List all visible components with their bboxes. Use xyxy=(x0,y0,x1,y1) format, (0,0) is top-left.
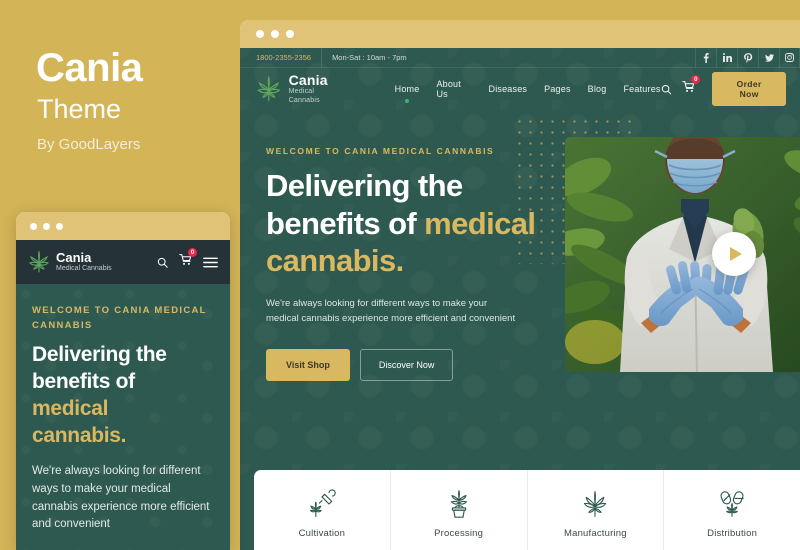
cannabis-leaf-icon xyxy=(580,487,610,519)
nav-item-diseases[interactable]: Diseases xyxy=(489,84,528,95)
feature-label-distribution: Distribution xyxy=(707,528,758,539)
potted-plant-icon xyxy=(444,487,474,519)
search-icon[interactable] xyxy=(157,257,168,268)
nav-item-about-us[interactable]: About Us xyxy=(436,79,471,100)
top-info-bar: 1800-2355-2356 Mon-Sat : 10am - 7pm xyxy=(240,47,800,68)
hero-copy: WELCOME TO CANIA MEDICAL CANNABIS Delive… xyxy=(266,146,536,381)
nav-item-pages[interactable]: Pages xyxy=(544,84,571,95)
scientist-cannabis-image xyxy=(565,137,800,372)
mobile-logo[interactable]: Cania Medical Cannabis xyxy=(28,250,112,274)
cannabis-leaf-icon xyxy=(28,250,50,273)
feature-card-manufacturing[interactable]: Manufacturing xyxy=(528,470,665,550)
pinterest-icon[interactable] xyxy=(737,47,758,68)
social-links xyxy=(695,47,800,68)
feature-label-processing: Processing xyxy=(434,528,484,539)
mobile-heading-line-4: cannabis. xyxy=(32,424,127,448)
hero-heading-line-2-gold: medical xyxy=(424,205,536,241)
cart-badge: 0 xyxy=(691,75,701,84)
website-viewport: 1800-2355-2356 Mon-Sat : 10am - 7pm Cani… xyxy=(240,47,800,550)
mobile-site-header: Cania Medical Cannabis 0 xyxy=(16,240,230,284)
hero-video-thumbnail[interactable] xyxy=(565,137,800,372)
mobile-window-chrome xyxy=(16,212,230,240)
window-dot-close[interactable] xyxy=(256,30,264,38)
main-navigation: Cania Medical Cannabis Home About Us Dis… xyxy=(240,68,800,110)
mobile-brand-name: Cania xyxy=(56,249,92,265)
feature-label-manufacturing: Manufacturing xyxy=(563,528,627,539)
window-dot-minimize[interactable] xyxy=(43,222,50,230)
promo-subtitle: Theme xyxy=(37,94,122,124)
cart-button[interactable]: 0 xyxy=(682,75,701,98)
play-button[interactable] xyxy=(712,232,756,276)
hero-heading-line-1: Delivering the xyxy=(266,168,463,203)
brand-name: Cania xyxy=(288,71,328,88)
nav-item-blog[interactable]: Blog xyxy=(588,84,607,95)
promo-panel: Cania Theme By GoodLayers Cania Medical … xyxy=(0,0,240,550)
nav-menu: Home About Us Diseases Pages Blog Featur… xyxy=(395,79,661,100)
search-icon[interactable] xyxy=(661,84,672,95)
desktop-preview-browser: 1800-2355-2356 Mon-Sat : 10am - 7pm Cani… xyxy=(240,20,800,550)
phone-number[interactable]: 1800-2355-2356 xyxy=(240,47,323,68)
hero-section: WELCOME TO CANIA MEDICAL CANNABIS Delive… xyxy=(240,110,800,490)
window-dot-minimize[interactable] xyxy=(271,30,279,38)
mobile-heading-line-2: benefits of xyxy=(32,370,135,394)
hero-eyebrow: WELCOME TO CANIA MEDICAL CANNABIS xyxy=(266,146,495,156)
hero-heading-line-2-white: benefits of xyxy=(266,205,425,241)
mobile-heading-line-3: medical xyxy=(32,397,109,421)
nav-item-features[interactable]: Features xyxy=(623,84,660,95)
feature-card-distribution[interactable]: Distribution xyxy=(664,470,800,550)
browser-window-chrome xyxy=(240,20,800,48)
nav-actions: 0 Order Now xyxy=(661,72,786,106)
mobile-cart-button[interactable]: 0 xyxy=(179,248,197,271)
site-logo[interactable]: Cania Medical Cannabis xyxy=(256,71,347,106)
hamburger-menu-icon[interactable] xyxy=(203,257,218,268)
mobile-preview-mockup: Cania Medical Cannabis 0 WELCOME TO CANI… xyxy=(16,212,230,550)
mobile-hero: WELCOME TO CANIA MEDICAL CANNABIS Delive… xyxy=(16,284,230,550)
feature-card-processing[interactable]: Processing xyxy=(391,470,528,550)
discover-now-button[interactable]: Discover Now xyxy=(359,348,454,381)
brand-tagline: Medical Cannabis xyxy=(288,88,320,105)
order-now-button[interactable]: Order Now xyxy=(712,72,786,106)
play-triangle-icon xyxy=(729,247,742,261)
hero-paragraph: We're always looking for different ways … xyxy=(266,297,516,325)
feature-label-cultivation: Cultivation xyxy=(298,528,346,539)
instagram-icon[interactable] xyxy=(779,47,800,68)
window-dot-close[interactable] xyxy=(30,222,37,230)
facebook-icon[interactable] xyxy=(695,47,716,68)
cannabis-leaf-icon xyxy=(257,75,281,102)
feature-card-cultivation[interactable]: Cultivation xyxy=(254,470,391,550)
promo-author: By GoodLayers xyxy=(37,136,141,153)
hero-heading-line-3: cannabis. xyxy=(266,243,404,278)
mobile-hero-eyebrow: WELCOME TO CANIA MEDICAL CANNABIS xyxy=(32,305,207,331)
screenshot-stage: Cania Theme By GoodLayers Cania Medical … xyxy=(0,0,800,550)
capsules-icon xyxy=(717,487,747,519)
feature-strip: Cultivation Processing Manufacturing Dis… xyxy=(254,470,800,550)
mobile-brand-tagline: Medical Cannabis xyxy=(56,264,112,272)
linkedin-icon[interactable] xyxy=(716,47,737,68)
mobile-cart-badge: 0 xyxy=(188,248,197,257)
window-dot-maximize[interactable] xyxy=(56,222,63,230)
mobile-hero-paragraph: We're always looking for different ways … xyxy=(32,464,210,531)
hero-buttons: Visit Shop Discover Now xyxy=(266,348,536,381)
visit-shop-button[interactable]: Visit Shop xyxy=(266,348,350,381)
mobile-heading-line-1: Delivering the xyxy=(32,343,167,367)
opening-hours: Mon-Sat : 10am - 7pm xyxy=(332,53,407,62)
mobile-header-actions: 0 xyxy=(157,248,218,271)
hero-heading: Delivering the benefits of medical canna… xyxy=(266,167,536,280)
twitter-icon[interactable] xyxy=(758,47,779,68)
promo-title: Cania xyxy=(36,46,143,90)
window-dot-maximize[interactable] xyxy=(286,30,294,38)
nav-item-home[interactable]: Home xyxy=(395,84,420,95)
mobile-hero-heading: Delivering the benefits of medical canna… xyxy=(32,342,214,450)
watering-can-sprout-icon xyxy=(307,487,337,519)
